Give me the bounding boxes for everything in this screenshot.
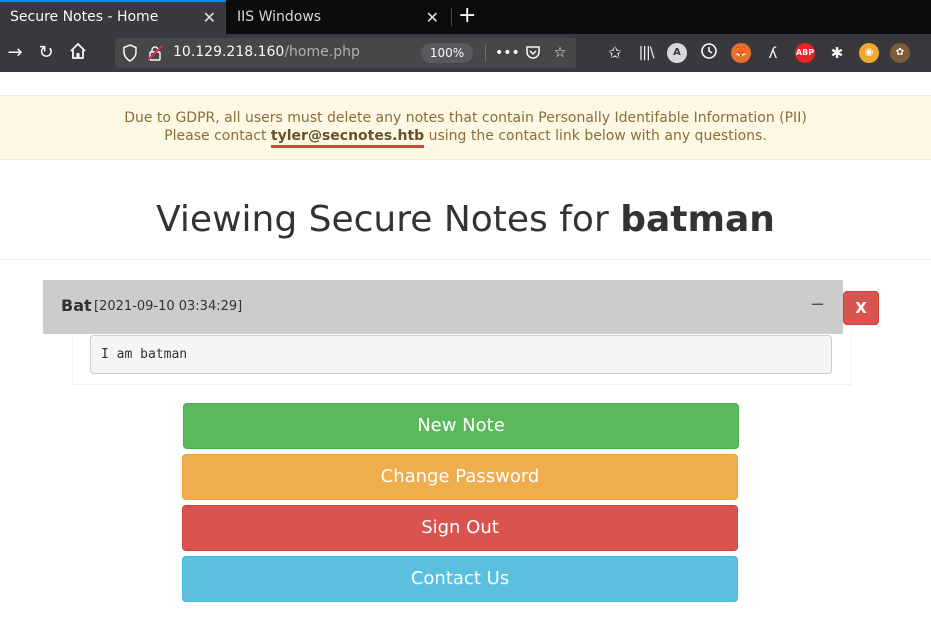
new-note-button[interactable]: New Note xyxy=(183,403,739,449)
wappalyzer-icon[interactable]: ʎ xyxy=(762,42,784,64)
sign-out-button[interactable]: Sign Out xyxy=(182,505,738,551)
tab-separator xyxy=(451,8,452,26)
address-bar[interactable]: 10.129.218.160/home.php 100% ••• ☆ xyxy=(115,38,576,68)
reload-icon[interactable]: ↻ xyxy=(35,42,57,64)
tab-bar: Secure Notes - Home ✕ IIS Windows ✕ + xyxy=(0,0,931,34)
page-title: Viewing Secure Notes for batman xyxy=(0,198,931,242)
note-header[interactable]: Bat [2021-09-10 03:34:29] − xyxy=(43,280,843,334)
notice-text-pre: Please contact xyxy=(164,128,271,144)
divider xyxy=(0,259,931,260)
notice-text-post: using the contact link below with any qu… xyxy=(424,128,767,144)
zoom-level[interactable]: 100% xyxy=(421,43,473,63)
tracking-shield-icon[interactable] xyxy=(123,44,137,62)
cookie-icon[interactable]: ◉ xyxy=(859,43,879,63)
library-icon[interactable]: |||\ xyxy=(635,42,657,64)
home-icon[interactable] xyxy=(67,42,89,64)
extension-icon[interactable]: ✿ xyxy=(890,43,910,63)
page-actions-icon[interactable]: ••• xyxy=(495,44,520,62)
notice-line-1: Due to GDPR, all users must delete any n… xyxy=(124,110,807,126)
contact-us-button[interactable]: Contact Us xyxy=(182,556,738,602)
note-date: [2021-09-10 03:34:29] xyxy=(94,299,243,314)
account-icon[interactable]: A xyxy=(667,43,687,63)
history-icon[interactable] xyxy=(698,42,720,64)
delete-note-button[interactable]: X xyxy=(843,291,879,325)
collapse-icon[interactable]: − xyxy=(810,295,825,315)
close-icon[interactable]: ✕ xyxy=(203,8,216,28)
insecure-lock-icon[interactable] xyxy=(147,45,163,61)
url-host: 10.129.218.160 xyxy=(173,44,285,60)
pocket-icon[interactable] xyxy=(524,44,542,62)
bug-icon[interactable]: ✱ xyxy=(826,42,848,64)
notice-line-2: Please contact tyler@secnotes.htb using … xyxy=(0,127,931,148)
gdpr-notice: Due to GDPR, all users must delete any n… xyxy=(0,95,931,160)
foxyproxy-icon[interactable]: 🦊 xyxy=(731,43,751,63)
tab-iis-windows[interactable]: IIS Windows ✕ xyxy=(227,0,449,34)
reading-list-icon[interactable]: ✩ xyxy=(604,42,626,64)
tab-title: Secure Notes - Home xyxy=(10,9,159,25)
new-tab-icon[interactable]: + xyxy=(458,3,476,29)
note-title: Bat xyxy=(61,296,92,315)
notice-email-link[interactable]: tyler@secnotes.htb xyxy=(270,128,425,148)
note-body: I am batman xyxy=(90,335,832,374)
page-title-text: Viewing Secure Notes for xyxy=(156,199,621,240)
url-path: /home.php xyxy=(284,44,360,60)
adblock-icon[interactable]: ABP xyxy=(795,43,815,63)
divider xyxy=(485,44,486,62)
username: batman xyxy=(620,199,775,240)
tab-title: IIS Windows xyxy=(237,9,322,25)
tab-secure-notes[interactable]: Secure Notes - Home ✕ xyxy=(0,0,226,34)
navigation-bar: → ↻ 10.129.218.160/home.php 100% ••• ☆ ✩… xyxy=(0,34,931,72)
close-icon[interactable]: ✕ xyxy=(426,8,439,28)
bookmark-star-icon[interactable]: ☆ xyxy=(551,44,569,62)
change-password-button[interactable]: Change Password xyxy=(182,454,738,500)
url-text[interactable]: 10.129.218.160/home.php xyxy=(173,44,360,60)
forward-icon[interactable]: → xyxy=(4,42,26,64)
